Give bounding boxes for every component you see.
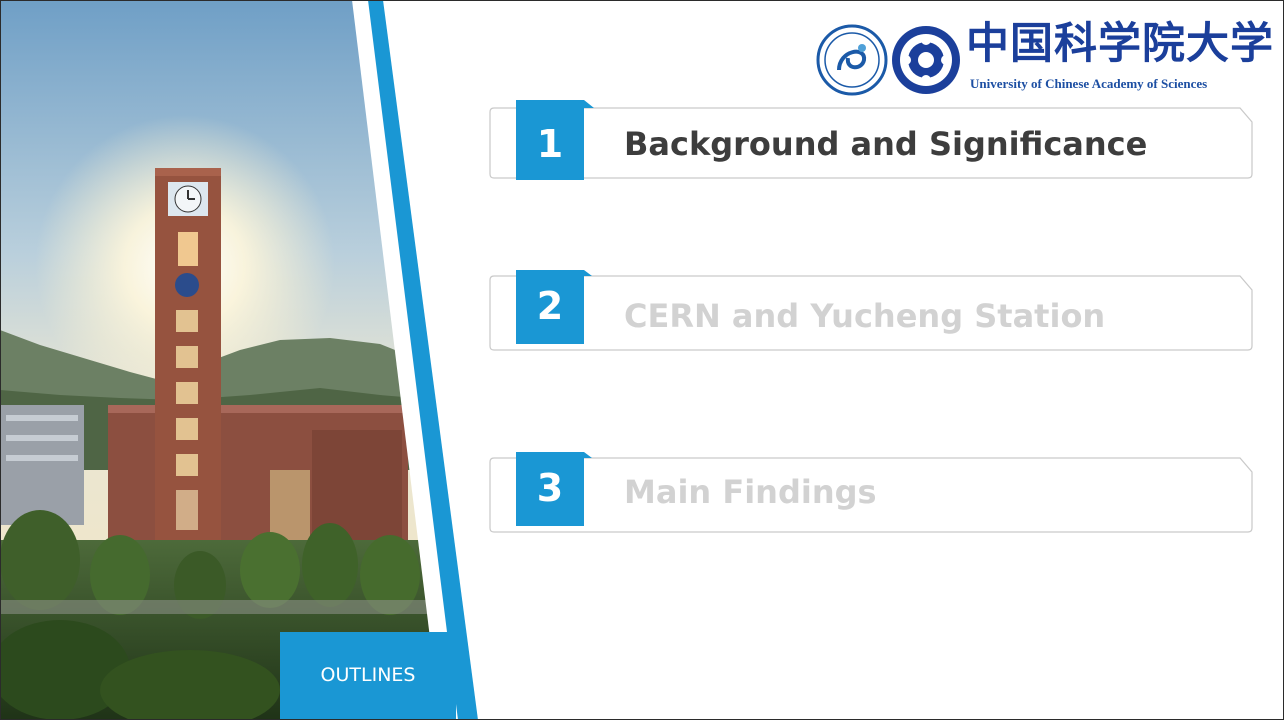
outline-item-2[interactable]: 2 CERN and Yucheng Station: [488, 268, 1254, 352]
outline-item-number: 2: [536, 284, 564, 328]
outline-item-number: 3: [536, 466, 564, 510]
outline-item-title: CERN and Yucheng Station: [624, 297, 1106, 335]
outlines-label-box: OUTLINES: [280, 632, 456, 720]
outline-item-title: Background and Significance: [624, 125, 1148, 163]
outline-item-number: 1: [536, 122, 564, 166]
logo-english-name: University of Chinese Academy of Science…: [970, 76, 1208, 91]
outline-item-title: Main Findings: [624, 473, 877, 511]
logo-chinese-name: 中国科学院大学: [966, 19, 1274, 69]
outline-item-3[interactable]: 3 Main Findings: [488, 450, 1254, 534]
diagonal-accent-stripe: [352, 0, 480, 720]
emblems: [816, 24, 960, 96]
outlines-label: OUTLINES: [320, 664, 416, 686]
ucas-logo: 中国科学院大学 University of Chinese Academy of…: [814, 12, 1274, 98]
cas-emblem-icon: [892, 26, 960, 94]
outline-item-1[interactable]: 1 Background and Significance: [488, 96, 1254, 180]
outline-slide: OUTLINES 中国科学院大学 University of Chinese A…: [0, 0, 1284, 720]
ucas-emblem-icon: [816, 24, 888, 96]
